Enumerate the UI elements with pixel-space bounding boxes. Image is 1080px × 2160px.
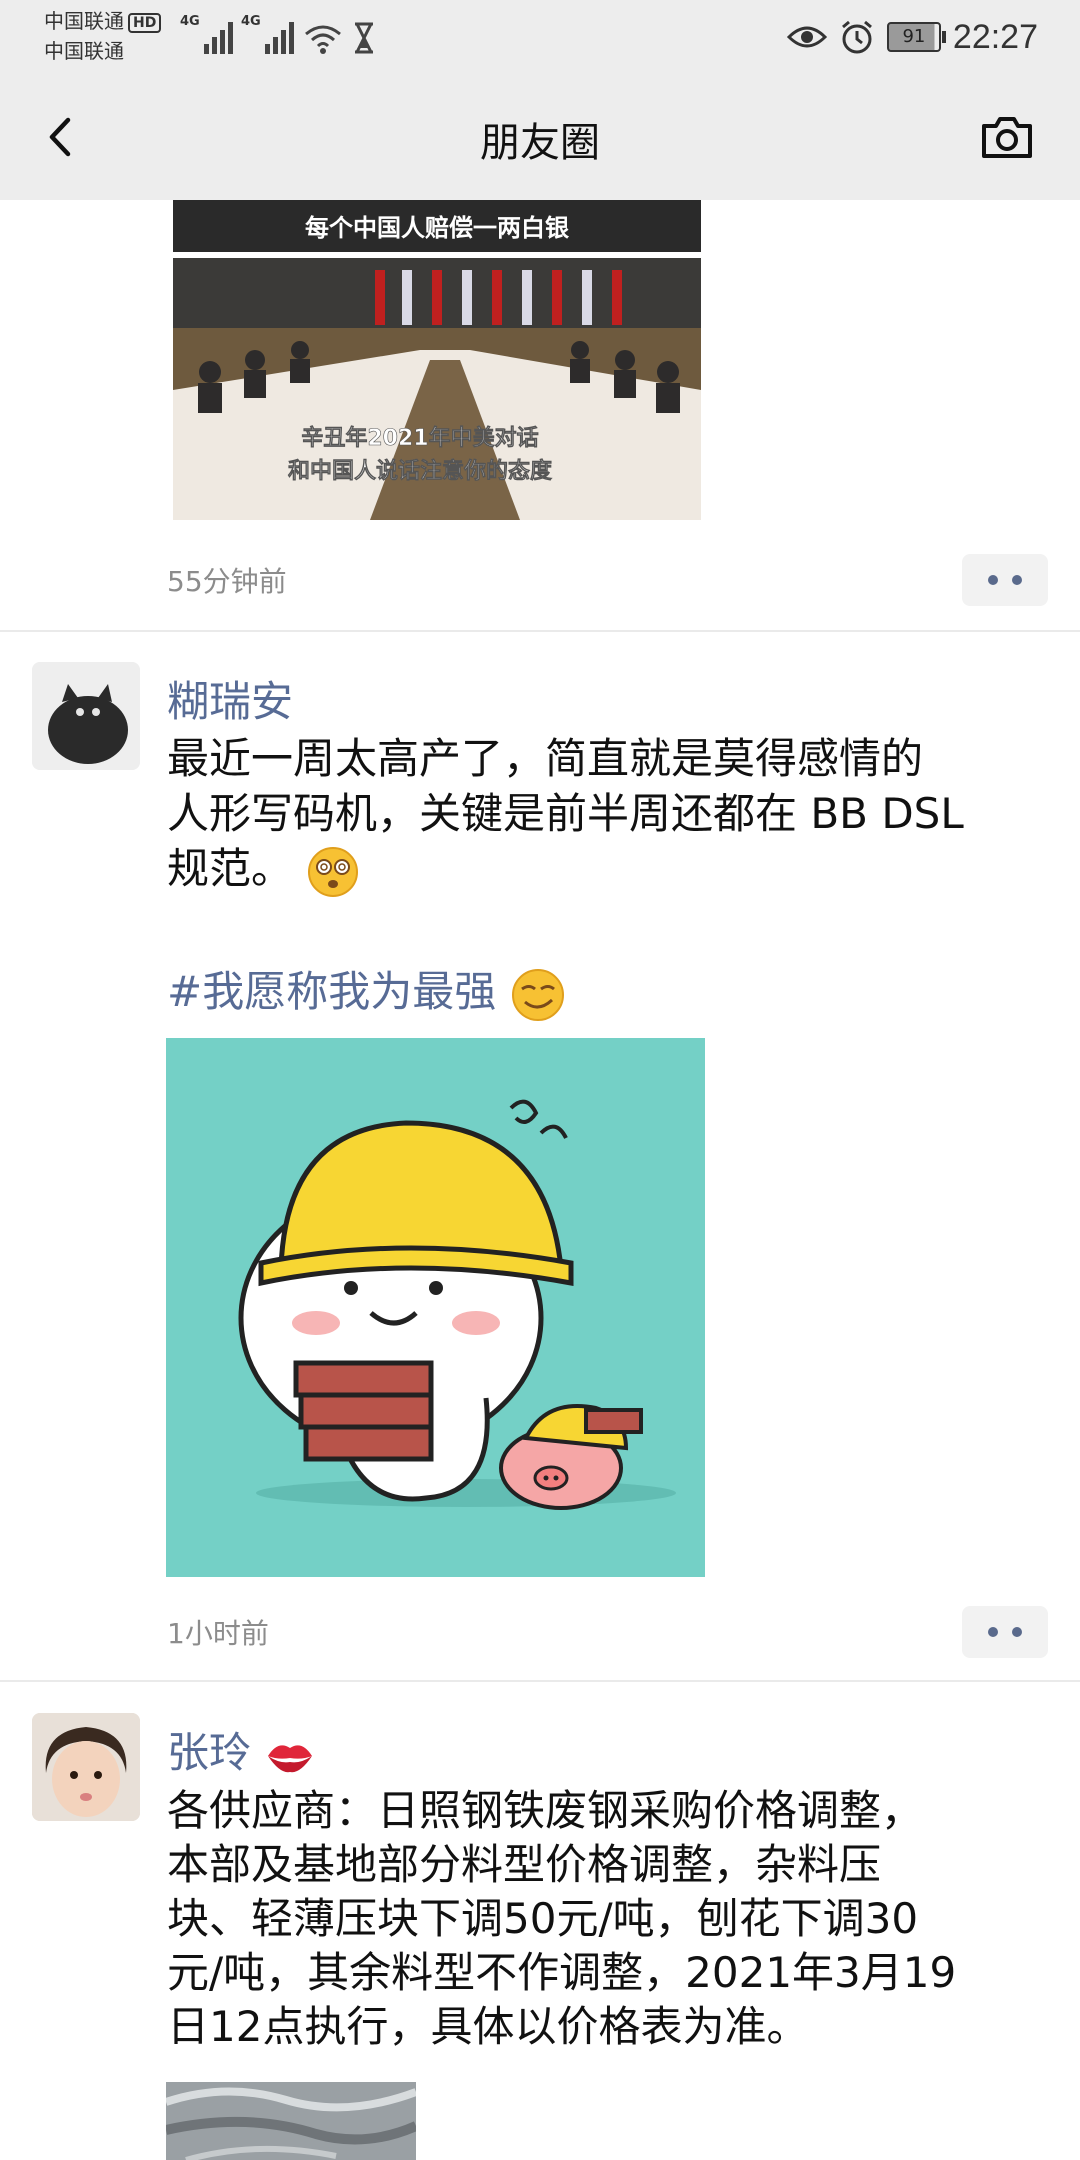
post-text-line2: 本部及基地部分料型价格调整，杂料压	[167, 1840, 882, 1889]
clock: 22:27	[952, 17, 1038, 56]
smirk-emoji-icon	[511, 968, 564, 1021]
post-text-line1: 各供应商：日照钢铁废钢采购价格调整，	[167, 1786, 924, 1835]
carrier-info: 中国联通 HD 中国联通	[44, 6, 162, 66]
more-options-button[interactable]	[962, 1606, 1048, 1658]
post-text-line3-text: 规范。	[167, 844, 294, 893]
status-right: 91 22:27	[786, 12, 1038, 62]
alarm-icon	[841, 20, 872, 54]
carrier-2: 中国联通	[44, 39, 124, 63]
more-options-button[interactable]	[962, 554, 1048, 606]
wifi-icon	[305, 25, 341, 54]
post-text-line3: 规范。	[167, 842, 360, 899]
post-text-line2: 人形写码机，关键是前半周还都在 BB DSL	[167, 789, 964, 838]
hd-badge: HD	[128, 12, 162, 33]
page-title: 朋友圈	[480, 120, 600, 166]
kiss-lips-emoji-icon	[268, 1744, 313, 1772]
post-text-line4: 元/吨，其余料型不作调整，2021年3月19	[167, 1948, 957, 1997]
post-image-meeting[interactable]: 每个中国人赔偿一两白银 辛丑年2021年中美对话 和中国人说话注意你的态度	[170, 200, 705, 522]
avatar[interactable]	[32, 1713, 140, 1821]
meeting-caption-line1: 辛丑年2021年中美对话	[301, 425, 538, 451]
battery-icon: 91	[886, 22, 946, 52]
hashtag-link[interactable]: #我愿称我为最强	[167, 958, 566, 1023]
carrier-1: 中国联通	[44, 9, 124, 33]
signal-2-icon: 4G	[241, 14, 294, 54]
hashtag-text[interactable]: #我愿称我为最强	[167, 967, 496, 1016]
post-text-line5: 日12点执行，具体以价格表为准。	[167, 2002, 809, 2051]
post-time: 55分钟前	[167, 565, 287, 598]
user-name[interactable]: 张玲	[167, 1728, 251, 1777]
post-text-line3: 块、轻薄压块下调50元/吨，刨花下调30	[167, 1894, 919, 1943]
network-type-1: 4G	[180, 14, 200, 29]
meeting-caption-top: 每个中国人赔偿一两白银	[305, 214, 570, 242]
dizzy-face-emoji-icon	[308, 846, 359, 897]
post-time: 1小时前	[167, 1617, 269, 1650]
network-type-2: 4G	[241, 14, 261, 29]
status-bar: 中国联通 HD 中国联通 4G 4G 91 22:27	[0, 0, 1080, 72]
post-divider	[0, 1680, 1080, 1682]
eye-icon	[786, 26, 827, 48]
post-text-line1: 最近一周太高产了，简直就是莫得感情的	[167, 734, 924, 783]
user-name-row[interactable]: 张玲	[167, 1719, 316, 1780]
hourglass-icon	[355, 22, 373, 54]
user-name[interactable]: 糊瑞安	[167, 668, 293, 729]
meeting-caption-line2: 和中国人说话注意你的态度	[288, 458, 553, 484]
signal-1-icon: 4G	[180, 14, 233, 54]
post-divider	[0, 630, 1080, 632]
post-image-scrap-metal[interactable]	[166, 2082, 416, 2160]
camera-icon[interactable]	[972, 102, 1042, 172]
avatar[interactable]	[32, 662, 140, 770]
post-image-worker-sticker[interactable]	[166, 1038, 705, 1577]
nav-bar: 朋友圈	[0, 72, 1080, 200]
network-icons: 4G 4G	[180, 14, 376, 54]
